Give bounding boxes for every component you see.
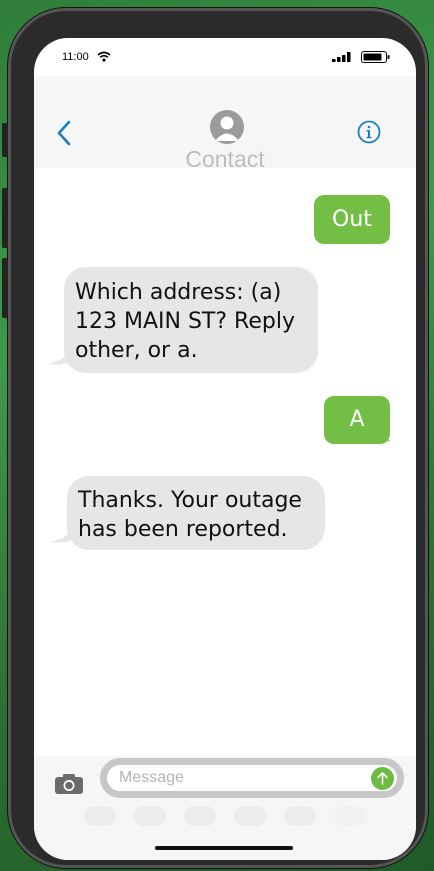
- message-text-line: other, or a.: [75, 338, 198, 363]
- app-drawer-item[interactable]: [184, 806, 216, 826]
- home-indicator[interactable]: [155, 846, 293, 850]
- app-drawer: [84, 806, 374, 826]
- app-drawer-item[interactable]: [234, 806, 266, 826]
- app-drawer-item[interactable]: [84, 806, 116, 826]
- battery-icon: [361, 51, 390, 63]
- arrow-up-icon: [377, 772, 388, 785]
- message-text: A: [349, 407, 365, 432]
- status-bar: 11:00: [34, 38, 416, 76]
- volume-down-button: [2, 258, 8, 318]
- more-apps-icon[interactable]: [334, 806, 366, 826]
- camera-icon[interactable]: [54, 773, 84, 795]
- chevron-left-icon[interactable]: [56, 120, 72, 146]
- message-text-line: Thanks. Your outage: [78, 488, 302, 513]
- phone-screen: 11:00 Contact Out Which address: (a) 123…: [34, 38, 416, 860]
- app-drawer-item[interactable]: [284, 806, 316, 826]
- composer-bar: [34, 756, 416, 860]
- received-message-bubble[interactable]: Thanks. Your outage has been reported.: [67, 476, 325, 550]
- status-time: 11:00: [62, 51, 89, 63]
- message-text-line: 123 MAIN ST? Reply: [75, 309, 295, 334]
- app-drawer-item[interactable]: [134, 806, 166, 826]
- volume-up-button: [2, 188, 8, 248]
- wifi-icon: [97, 51, 111, 62]
- message-text-line: Which address: (a): [75, 280, 282, 305]
- signal-icon: [332, 52, 351, 62]
- person-icon: [215, 116, 239, 141]
- sent-message-bubble[interactable]: Out: [314, 195, 390, 244]
- send-button[interactable]: [371, 767, 394, 790]
- avatar[interactable]: [210, 110, 244, 144]
- info-icon[interactable]: [357, 120, 381, 144]
- message-input[interactable]: [100, 758, 404, 798]
- mute-switch: [2, 123, 8, 157]
- phone-frame: 11:00 Contact Out Which address: (a) 123…: [2, 8, 428, 868]
- message-text: Out: [332, 207, 372, 232]
- message-text-line: has been reported.: [78, 517, 288, 542]
- received-message-bubble[interactable]: Which address: (a) 123 MAIN ST? Reply ot…: [64, 267, 318, 373]
- sent-message-bubble[interactable]: A: [324, 396, 390, 444]
- contact-name[interactable]: Contact: [34, 146, 416, 173]
- conversation-header: Contact: [34, 76, 416, 172]
